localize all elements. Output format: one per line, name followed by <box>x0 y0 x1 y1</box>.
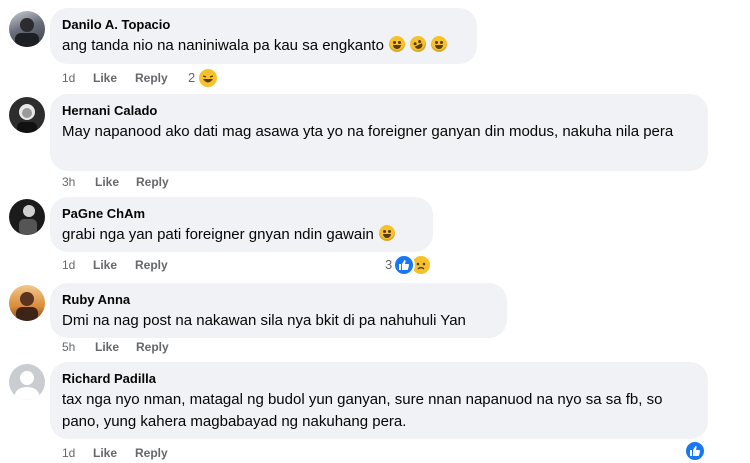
comment-actions: 3h Like Reply <box>0 174 750 190</box>
comment-author[interactable]: Danilo A. Topacio <box>62 16 465 33</box>
avatar[interactable] <box>9 97 45 133</box>
like-button[interactable]: Like <box>95 174 119 190</box>
comment-text: Dmi na nag post na nakawan sila nya bkit… <box>62 312 466 329</box>
like-button[interactable]: Like <box>93 445 117 461</box>
comment-text: May napanood ako dati mag asawa yta yo n… <box>62 123 674 140</box>
comment-actions: 1d Like Reply <box>0 445 750 461</box>
reply-button[interactable]: Reply <box>135 70 168 86</box>
comment-bubble: Richard Padilla tax nga nyo nman, mataga… <box>50 362 708 439</box>
comment-time[interactable]: 1d <box>62 257 75 273</box>
grinning-emoji-icon <box>431 36 448 52</box>
like-button[interactable]: Like <box>93 257 117 273</box>
comment-time[interactable]: 1d <box>62 70 75 86</box>
like-reaction-icon <box>393 254 415 276</box>
avatar-image-icon <box>17 104 37 133</box>
reply-button[interactable]: Reply <box>136 339 169 355</box>
reaction-summary[interactable]: 3 <box>385 256 392 274</box>
comment-author[interactable]: Ruby Anna <box>62 291 495 308</box>
comment-time[interactable]: 3h <box>62 174 75 190</box>
comment-text: ang tanda nio na naniniwala pa kau sa en… <box>62 37 384 54</box>
reply-button[interactable]: Reply <box>136 174 169 190</box>
comment-time[interactable]: 5h <box>62 339 75 355</box>
reaction-count: 2 <box>188 70 196 85</box>
sweat-smile-emoji-icon <box>379 225 396 241</box>
like-reaction-icon[interactable] <box>684 440 706 462</box>
comment-time[interactable]: 1d <box>62 445 75 461</box>
comment-author[interactable]: Hernani Calado <box>62 102 696 119</box>
avatar-image-icon <box>16 292 38 321</box>
rolling-laughing-emoji-icon <box>407 33 429 55</box>
comment-author[interactable]: PaGne ChAm <box>62 205 421 222</box>
avatar[interactable] <box>9 199 45 235</box>
comment-actions: 1d Like Reply <box>0 70 750 86</box>
like-button[interactable]: Like <box>95 339 119 355</box>
haha-reaction-icon <box>197 67 219 89</box>
reply-button[interactable]: Reply <box>135 445 168 461</box>
comment-text: tax nga nyo nman, matagal ng budol yun g… <box>62 391 663 430</box>
avatar-image-icon <box>19 205 37 235</box>
laughing-emoji-icon <box>389 36 406 52</box>
default-avatar-icon <box>14 371 40 400</box>
comment-bubble: Hernani Calado May napanood ako dati mag… <box>50 94 708 171</box>
comment-actions: 1d Like Reply <box>0 257 750 273</box>
like-button[interactable]: Like <box>93 70 117 86</box>
avatar[interactable] <box>9 364 45 400</box>
comment-bubble: Ruby Anna Dmi na nag post na nakawan sil… <box>50 283 507 338</box>
avatar-image-icon <box>15 18 39 47</box>
avatar[interactable] <box>9 11 45 47</box>
comment-text: grabi nga yan pati foreigner gnyan ndin … <box>62 226 374 243</box>
comment-bubble: Danilo A. Topacio ang tanda nio na nanin… <box>50 8 477 64</box>
reaction-summary[interactable]: 2 <box>188 69 195 87</box>
comment-actions: 5h Like Reply <box>0 339 750 355</box>
avatar[interactable] <box>9 285 45 321</box>
reply-button[interactable]: Reply <box>135 257 168 273</box>
comment-bubble: PaGne ChAm grabi nga yan pati foreigner … <box>50 197 433 252</box>
reaction-count: 3 <box>385 257 393 272</box>
comment-author[interactable]: Richard Padilla <box>62 370 696 387</box>
